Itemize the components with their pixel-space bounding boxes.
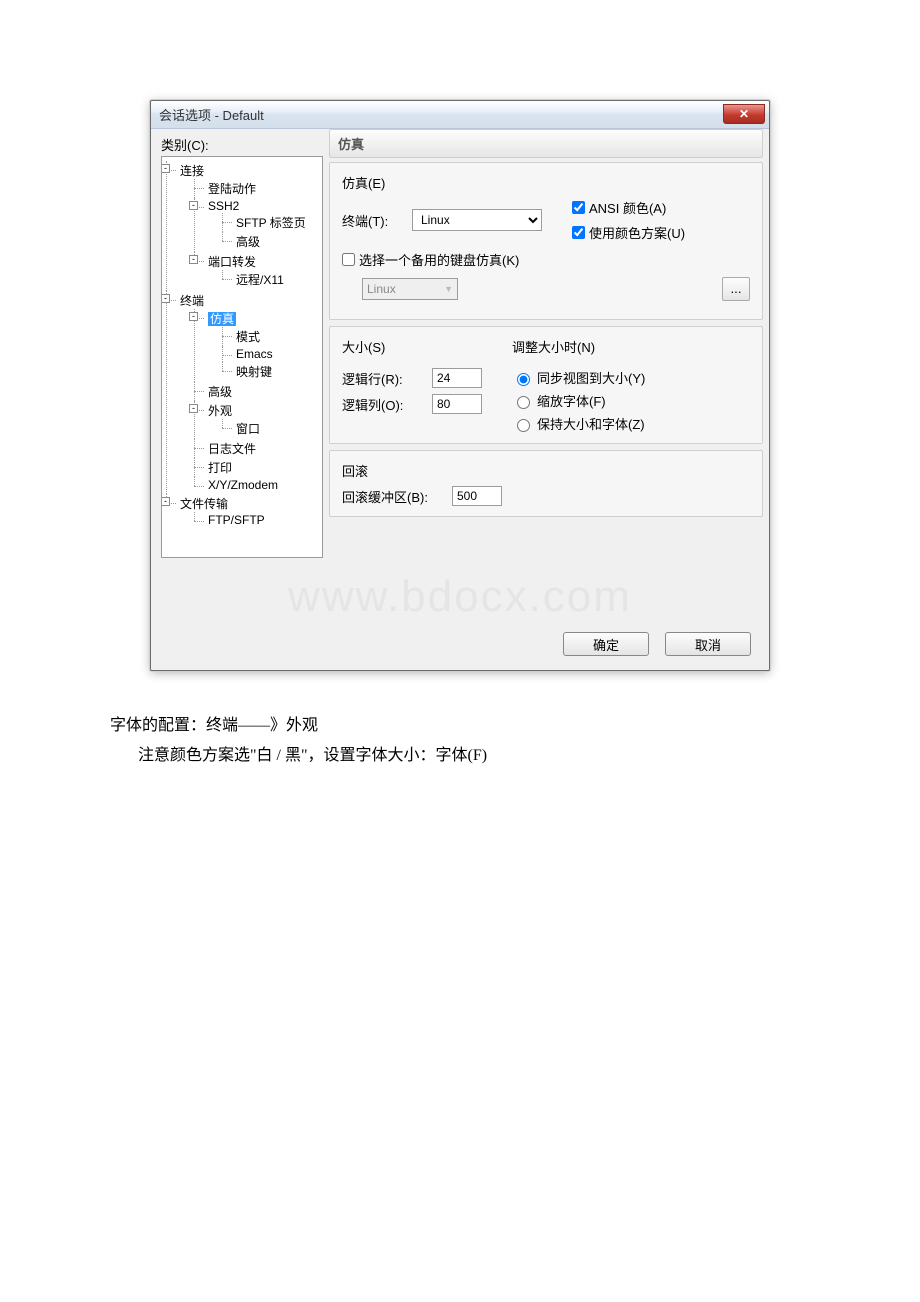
tree-mapkeys[interactable]: 映射键: [222, 362, 320, 381]
tree-ftp-sftp[interactable]: FTP/SFTP: [194, 512, 320, 528]
category-tree[interactable]: -连接 登陆动作 -SSH2 SFTP 标签页 高级: [161, 156, 323, 558]
collapse-icon[interactable]: -: [161, 294, 170, 303]
sync-view-radio[interactable]: 同步视图到大小(Y): [512, 368, 645, 387]
ansi-color-check[interactable]: ANSI 颜色(A): [572, 198, 685, 217]
tree-xyzmodem[interactable]: X/Y/Zmodem: [194, 477, 320, 493]
logical-rows-input[interactable]: [432, 368, 482, 388]
tree-file-transfer[interactable]: -文件传输 FTP/SFTP: [166, 494, 320, 529]
scroll-buffer-label: 回滚缓冲区(B):: [342, 487, 442, 506]
alt-keyboard-checkbox[interactable]: [342, 253, 355, 266]
category-label: 类别(C):: [161, 135, 323, 154]
ansi-color-checkbox[interactable]: [572, 201, 585, 214]
tree-advanced2[interactable]: 高级: [194, 382, 320, 401]
tree-mode[interactable]: 模式: [222, 327, 320, 346]
tree-login[interactable]: 登陆动作: [194, 179, 320, 198]
keyboard-browse-button[interactable]: ...: [722, 277, 750, 301]
collapse-icon[interactable]: -: [189, 255, 198, 264]
ok-button[interactable]: 确定: [563, 632, 649, 656]
tree-terminal[interactable]: -终端 -仿真 模式 Emacs 映射键: [166, 291, 320, 494]
tree-emacs[interactable]: Emacs: [222, 346, 320, 362]
emulation-subtitle: 仿真(E): [342, 173, 750, 192]
tree-port-forward[interactable]: -端口转发 远程/X11: [194, 252, 320, 290]
collapse-icon[interactable]: -: [161, 497, 170, 506]
tree-ssh2[interactable]: -SSH2 SFTP 标签页 高级: [194, 198, 320, 252]
size-title: 大小(S): [342, 337, 482, 356]
scroll-title: 回滚: [342, 461, 750, 480]
terminal-select[interactable]: Linux: [412, 209, 542, 231]
tree-remote-x11[interactable]: 远程/X11: [222, 270, 320, 289]
size-panel: 大小(S) 逻辑行(R): 逻辑列(O):: [329, 326, 763, 444]
logical-cols-label: 逻辑列(O):: [342, 395, 422, 414]
session-options-dialog: 会话选项 - Default ✕ 类别(C): -连接 登陆动作 -SSH2: [150, 100, 770, 671]
scale-font-radio[interactable]: 缩放字体(F): [512, 391, 645, 410]
tree-emulation[interactable]: -仿真 模式 Emacs 映射键: [194, 309, 320, 382]
close-button[interactable]: ✕: [723, 104, 765, 124]
tree-advanced[interactable]: 高级: [222, 232, 320, 251]
scroll-panel: 回滚 回滚缓冲区(B):: [329, 450, 763, 517]
close-icon: ✕: [739, 107, 749, 121]
alt-keyboard-check[interactable]: 选择一个备用的键盘仿真(K): [342, 250, 519, 269]
resize-title: 调整大小时(N): [512, 337, 645, 356]
color-scheme-check[interactable]: 使用颜色方案(U): [572, 223, 685, 242]
logical-rows-label: 逻辑行(R):: [342, 369, 422, 388]
window-title: 会话选项 - Default: [159, 105, 264, 124]
collapse-icon[interactable]: -: [189, 312, 198, 321]
tree-connection[interactable]: -连接 登陆动作 -SSH2 SFTP 标签页 高级: [166, 161, 320, 291]
collapse-icon[interactable]: -: [189, 201, 198, 210]
tree-logfile[interactable]: 日志文件: [194, 439, 320, 458]
collapse-icon[interactable]: -: [161, 164, 170, 173]
page-caption: 字体的配置：终端——》外观 注意颜色方案选"白 / 黑"，设置字体大小：字体(F…: [110, 711, 770, 765]
emulation-header: 仿真: [329, 129, 763, 158]
cancel-button[interactable]: 取消: [665, 632, 751, 656]
tree-appearance[interactable]: -外观 窗口: [194, 401, 320, 439]
emulation-panel: 仿真(E) 终端(T): Linux ANSI 颜色(A): [329, 162, 763, 320]
watermark-text: www.bdocx.com: [151, 572, 769, 622]
tree-sftp-tab[interactable]: SFTP 标签页: [222, 213, 320, 232]
scroll-buffer-input[interactable]: [452, 486, 502, 506]
tree-print[interactable]: 打印: [194, 458, 320, 477]
chevron-down-icon: ▼: [444, 284, 453, 294]
collapse-icon[interactable]: -: [189, 404, 198, 413]
alt-keyboard-select: Linux ▼: [362, 278, 458, 300]
terminal-label: 终端(T):: [342, 211, 412, 230]
logical-cols-input[interactable]: [432, 394, 482, 414]
keep-size-font-radio[interactable]: 保持大小和字体(Z): [512, 414, 645, 433]
color-scheme-checkbox[interactable]: [572, 226, 585, 239]
titlebar[interactable]: 会话选项 - Default ✕: [151, 101, 769, 129]
tree-window[interactable]: 窗口: [222, 419, 320, 438]
